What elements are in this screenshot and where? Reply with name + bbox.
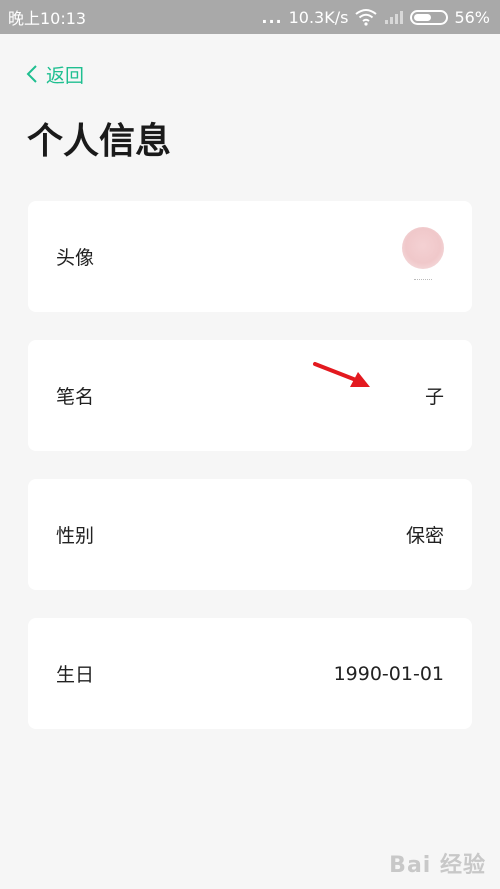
status-time: 晚上10:13 — [8, 9, 87, 28]
battery-icon — [410, 9, 449, 25]
status-dots: ... — [261, 7, 283, 27]
annotation-arrow-icon — [313, 362, 370, 387]
avatar-caption — [414, 278, 432, 282]
gender-row[interactable]: 性别 保密 — [28, 479, 472, 590]
status-bar: 晚上10:13 ... 10.3K/s 56% — [0, 0, 500, 34]
network-speed: 10.3K/s — [288, 7, 349, 27]
field-value: 保密 — [405, 525, 444, 547]
pen-name-row[interactable]: 笔名 子 — [28, 340, 472, 451]
field-label: 头像 — [56, 247, 95, 269]
field-label: 笔名 — [56, 386, 95, 408]
chevron-left-icon — [26, 65, 37, 83]
field-label: 性别 — [56, 525, 95, 547]
signal-icon — [385, 11, 404, 24]
page-title: 个人信息 — [27, 121, 172, 162]
avatar-row[interactable]: 头像 — [28, 201, 472, 312]
back-label: 返回 — [46, 64, 85, 87]
avatar[interactable] — [402, 226, 444, 269]
status-indicators: ... 10.3K/s 56% — [261, 8, 490, 27]
avatar-container — [398, 217, 444, 297]
field-value: 1990-01-01 — [333, 662, 444, 685]
battery-percent: 56% — [454, 7, 490, 27]
birthday-row[interactable]: 生日 1990-01-01 — [28, 618, 472, 729]
field-label: 生日 — [56, 664, 95, 686]
watermark: Bai 经验 — [389, 853, 486, 878]
back-button[interactable]: 返回 — [26, 60, 84, 88]
field-value: 子 — [424, 386, 444, 408]
wifi-icon — [355, 9, 378, 26]
